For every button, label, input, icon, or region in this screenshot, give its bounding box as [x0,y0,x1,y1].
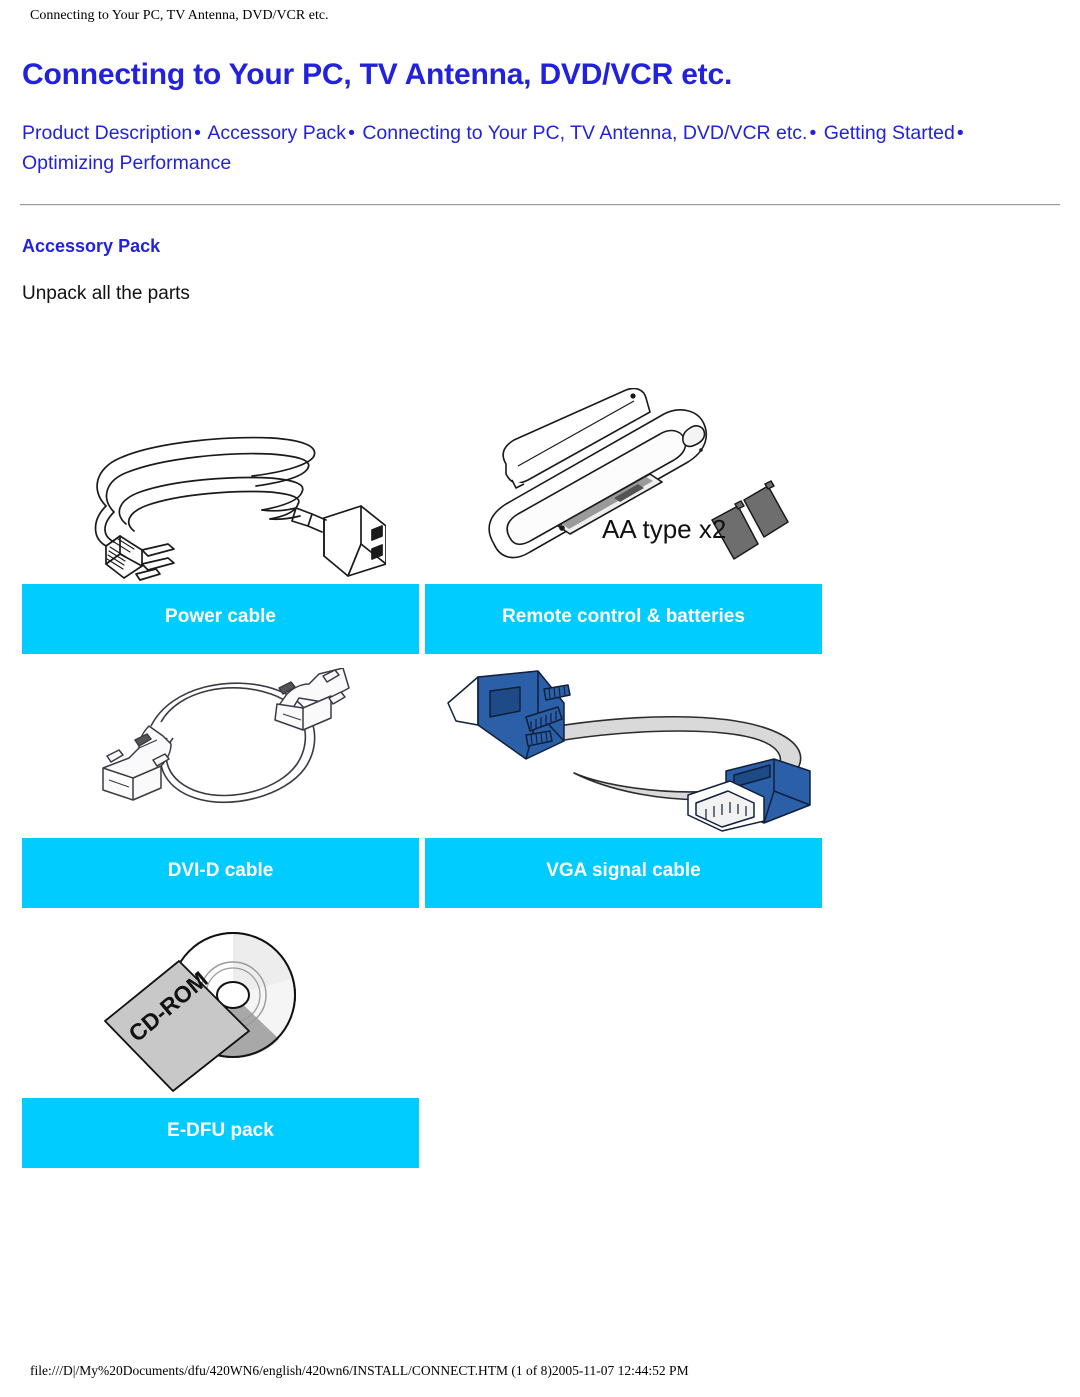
accessory-cell-edfu-pack: CD-ROM E-DFU pack [22,912,419,1168]
remote-control-icon: AA type x2 [487,388,789,560]
nav-link-product-description[interactable]: Product Description [22,122,192,144]
section-intro-text: Unpack all the parts [22,282,190,304]
nav-link-accessory-pack[interactable]: Accessory Pack [207,122,346,144]
vga-cable-icon [446,670,811,832]
cd-rom-figure: CD-ROM [22,912,419,1098]
nav-link-getting-started[interactable]: Getting Started [824,122,955,144]
print-footer-path: file:///D|/My%20Documents/dfu/420WN6/eng… [30,1363,689,1378]
accessory-caption-remote-control: Remote control & batteries [425,584,822,654]
accessory-caption-dvi-cable: DVI-D cable [22,838,419,908]
dvi-d-cable-icon [101,668,350,804]
power-cable-figure [22,386,419,584]
page-title: Connecting to Your PC, TV Antenna, DVD/V… [22,58,733,91]
accessory-cell-power-cable: Power cable [22,386,419,654]
accessory-caption-edfu-pack: E-DFU pack [22,1098,419,1168]
nav-link-connecting[interactable]: Connecting to Your PC, TV Antenna, DVD/V… [362,122,807,144]
header-divider [20,203,1060,206]
vga-cable-figure [425,658,822,838]
accessory-row-2: DVI-D cable VGA signal cable [22,658,822,908]
print-header-title: Connecting to Your PC, TV Antenna, DVD/V… [30,8,329,23]
accessory-cell-dvi-cable: DVI-D cable [22,658,419,908]
nav-link-optimizing-performance[interactable]: Optimizing Performance [22,152,231,174]
nav-separator-bullet-3: • [809,121,817,144]
accessory-cell-empty [425,912,822,1168]
accessory-cell-vga-cable: VGA signal cable [425,658,822,908]
nav-separator-bullet-2: • [348,121,355,144]
nav-separator-bullet-1: • [194,121,201,144]
nav-separator-bullet-4: • [956,121,964,144]
section-heading-accessory-pack: Accessory Pack [22,235,161,256]
cd-rom-icon: CD-ROM [103,932,296,1092]
accessory-pack-table: Power cable AA type x2 Remote control & … [22,386,822,1168]
page-body: Connecting to Your PC, TV Antenna, DVD/V… [0,56,1080,1168]
breadcrumb-nav: Product Description • Accessory Pack • Con… [22,118,1052,178]
accessory-row-3: CD-ROM E-DFU pack [22,912,822,1168]
battery-type-label: AA type x2 [602,514,726,544]
accessory-caption-power-cable: Power cable [22,584,419,654]
accessory-cell-remote-control: AA type x2 Remote control & batteries [425,386,822,654]
accessory-row-1: Power cable AA type x2 Remote control & … [22,386,822,654]
accessory-caption-vga-cable: VGA signal cable [425,838,822,908]
power-cable-icon [94,436,386,581]
remote-control-figure: AA type x2 [425,386,822,584]
dvi-d-cable-figure [22,658,419,838]
